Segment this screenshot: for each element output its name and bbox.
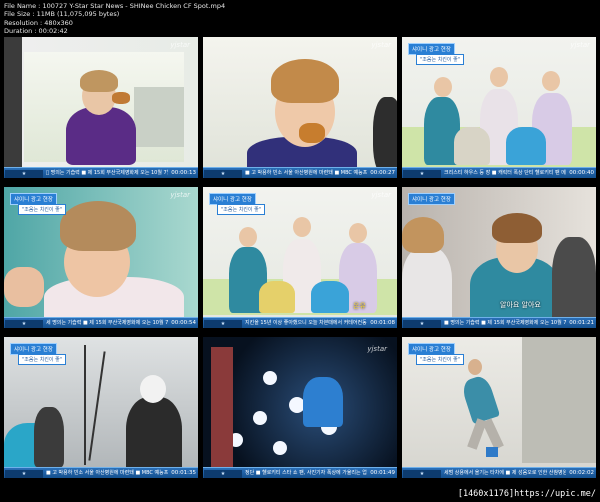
- segment-subtitle: "조움는 치킨이 좋": [217, 204, 265, 215]
- file-info: File Name : 100727 Y-Star Star News - SH…: [4, 2, 225, 36]
- thumbnail-4[interactable]: 샤이니 광고 현장 "조움는 치킨이 좋" yjstar ★ 세 명의는 기습력 …: [4, 187, 198, 328]
- segment-badge: 샤이니 광고 현장: [408, 193, 455, 205]
- file-name: File Name : 100727 Y-Star Star News - SH…: [4, 2, 226, 10]
- person: [303, 377, 343, 427]
- timestamp: 00:01:35: [171, 470, 196, 476]
- person: [311, 281, 349, 313]
- timestamp: 00:00:54: [171, 320, 196, 326]
- person: [402, 247, 452, 327]
- person: [506, 127, 546, 165]
- watermark-logo: yjstar: [170, 191, 190, 199]
- news-ticker: ★  명의는 기습력 ■ 제 15회 부산국제영화제 오는 10월 7일로 개막…: [4, 167, 198, 178]
- thumbnail-grid: yjstar ★   명의는 기습력 ■ 제 15회 부산국제영화제 오는 10월…: [4, 37, 596, 479]
- watermark-logo: yjstar: [371, 41, 391, 49]
- image-host-footer: [1460x1176]https://upic.me/: [457, 489, 596, 499]
- duration: Duration : 00:02:42: [4, 27, 68, 36]
- thumbnail-8[interactable]: yjstar ★ 정단 ■ 헬로키티 스타 쇼 팬, 사진기자 폭상에 가율리는 …: [203, 337, 397, 478]
- person: [34, 407, 64, 467]
- person: [126, 397, 182, 477]
- news-ticker: ★■ 고 박용하 빈소 서울 아산병원에 마련돼 ■ MBC 예능프로그램 『: [203, 167, 397, 178]
- watermark-logo: yjstar: [170, 41, 190, 49]
- thumbnail-3[interactable]: 샤이니 광고 현장 "조움는 치킨이 좋" yjstar ★ 크리스티 하우스 등…: [402, 37, 596, 178]
- person: [66, 107, 136, 165]
- watermark-logo: yjstar: [367, 345, 387, 353]
- timestamp: 00:01:08: [370, 320, 395, 326]
- thumbnail-1[interactable]: yjstar ★   명의는 기습력 ■ 제 15회 부산국제영화제 오는 10월…: [4, 37, 198, 178]
- segment-subtitle: "조움는 치킨이 좋": [18, 354, 66, 365]
- timestamp: 00:01:49: [370, 470, 395, 476]
- news-ticker: ★■ 명의는 기습력 ■ 제 15회 부산국제영화제 오는 10월 7일로 개막…: [402, 317, 596, 328]
- news-ticker: ★세 명의는 기습력 ■ 제 15회 부산국제영화제 오는 10월 7일로 개막…: [4, 317, 198, 328]
- thumbnail-9[interactable]: 샤이니 광고 현장 "조움는 치킨이 좋" ★ 세범 상용에서 올기는 타차에 ■…: [402, 337, 596, 478]
- segment-subtitle: "조움는 치킨이 좋": [18, 204, 66, 215]
- timestamp: 00:01:21: [569, 320, 594, 326]
- thumbnail-2[interactable]: yjstar ★ ■ 고 박용하 빈소 서울 아산병원에 마련돼 ■ MBC 예능…: [203, 37, 397, 178]
- watermark-logo: yjstar: [570, 41, 590, 49]
- watermark-logo: yjstar: [371, 191, 391, 199]
- thumbnail-6[interactable]: 샤이니 광고 현장 알아요 알아요 ★ ■ 명의는 기습력 ■ 제 15회 부산국…: [402, 187, 596, 328]
- dialogue-caption: 알아요 알아요: [500, 301, 541, 309]
- file-size: File Size : 11MB (11,075,095 bytes): [4, 10, 120, 19]
- segment-subtitle: "조움는 치킨이 좋": [416, 54, 464, 65]
- thumbnail-5[interactable]: 샤이니 광고 현장 "조움는 치킨이 좋" 온유 yjstar ★ 지킨을 15년…: [203, 187, 397, 328]
- person: [454, 127, 490, 165]
- thumbnail-7[interactable]: 샤이니 광고 현장 "조움는 치킨이 좋" ★ ■ 고 박용하 빈소 서울 아산병…: [4, 337, 198, 478]
- news-ticker: ★세범 상용에서 올기는 타차에 ■ 제 성음오로 인한 산참병원에 행복한: [402, 467, 596, 478]
- news-ticker: ★■ 고 박용하 빈소 서울 아산병원에 마련돼 ■ MBC 예능프로그램 『인…: [4, 467, 198, 478]
- person: [259, 281, 295, 313]
- news-ticker: ★정단 ■ 헬로키티 스타 쇼 팬, 사진기자 폭상에 가율리는 업의는 기습력: [203, 467, 397, 478]
- speaker-caption: 온유: [353, 302, 366, 310]
- timestamp: 00:00:40: [569, 170, 594, 176]
- segment-subtitle: "조움는 치킨이 좋": [416, 354, 464, 365]
- resolution: Resolution : 480x360: [4, 18, 73, 27]
- timestamp: 00:00:27: [370, 170, 395, 176]
- news-ticker: ★지킨을 15년 이상 좋아했으니 오늘 차본때에서 커테어컨동 소상사단 세력…: [203, 317, 397, 328]
- timestamp: 00:02:02: [569, 470, 594, 476]
- timestamp: 00:00:13: [171, 170, 196, 176]
- news-ticker: ★크리스티 하우스 등 장 ■ 캐릭터 폭상 단티 헬로키티 팬 메런 도맨: [402, 167, 596, 178]
- person: [552, 237, 596, 327]
